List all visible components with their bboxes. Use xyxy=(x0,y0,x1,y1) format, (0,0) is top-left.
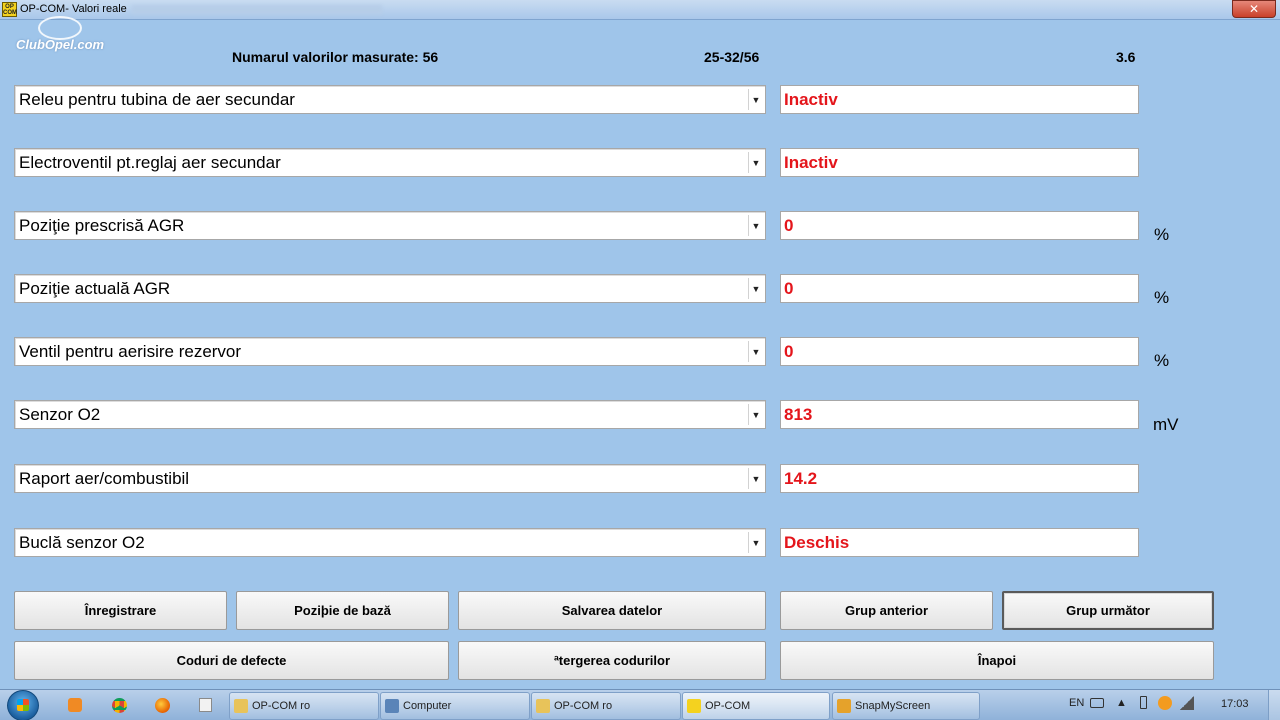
taskbar-item-snapmyscreen[interactable]: SnapMyScreen xyxy=(832,692,980,720)
battery-icon[interactable] xyxy=(1140,696,1147,709)
fault-codes-button[interactable]: Coduri de defecte xyxy=(14,641,449,680)
base-position-button[interactable]: Poziþie de bază xyxy=(236,591,449,630)
start-button[interactable] xyxy=(7,690,39,720)
calculator-icon[interactable] xyxy=(194,694,216,716)
folder-icon xyxy=(536,699,550,713)
parameter-label: Senzor O2 xyxy=(19,405,101,424)
dropdown-arrow-icon[interactable]: ▼ xyxy=(748,341,763,362)
value-field-7: 14.2 xyxy=(780,464,1139,493)
taskbar-item-computer[interactable]: Computer xyxy=(380,692,530,720)
clock[interactable]: 17:03 xyxy=(1221,698,1249,710)
taskbar-item-label: SnapMyScreen xyxy=(855,700,931,712)
window-title: OP-COM- Valori reale xyxy=(20,3,127,15)
value-field-2: Inactiv xyxy=(780,148,1139,177)
version-label: 3.6 xyxy=(1116,49,1136,65)
save-data-button[interactable]: Salvarea datelor xyxy=(458,591,766,630)
brand-watermark: ClubOpel.com xyxy=(16,37,105,52)
taskbar-item-opcom-folder[interactable]: OP-COM ro xyxy=(229,692,379,720)
value-text: 0 xyxy=(784,216,794,235)
language-indicator[interactable]: EN xyxy=(1069,697,1084,709)
parameter-select-4[interactable]: Poziţie actuală AGR ▼ xyxy=(14,274,766,303)
dropdown-arrow-icon[interactable]: ▼ xyxy=(748,215,763,236)
title-bar: OP COM OP-COM- Valori reale ✕ xyxy=(0,0,1280,20)
parameter-select-5[interactable]: Ventil pentru aerisire rezervor ▼ xyxy=(14,337,766,366)
parameter-select-3[interactable]: Poziţie prescrisă AGR ▼ xyxy=(14,211,766,240)
media-player-icon[interactable] xyxy=(64,694,86,716)
show-hidden-icons-icon[interactable]: ▲ xyxy=(1116,697,1127,709)
parameter-label: Buclă senzor O2 xyxy=(19,533,145,552)
taskbar-item-label: OP-COM ro xyxy=(252,700,311,712)
parameter-label: Raport aer/combustibil xyxy=(19,469,190,488)
previous-group-button[interactable]: Grup anterior xyxy=(780,591,993,630)
taskbar-item-label: OP-COM ro xyxy=(554,700,613,712)
record-button[interactable]: Înregistrare xyxy=(14,591,227,630)
group-range: 25-32/56 xyxy=(704,49,760,65)
keyboard-icon[interactable] xyxy=(1090,698,1104,708)
unit-label-4: % xyxy=(1154,288,1170,307)
unit-label-3: % xyxy=(1154,225,1170,244)
value-field-5: 0 xyxy=(780,337,1139,366)
value-text: 813 xyxy=(784,405,813,424)
computer-icon xyxy=(385,699,399,713)
window-close-button[interactable]: ✕ xyxy=(1232,0,1276,18)
parameter-select-8[interactable]: Buclă senzor O2 ▼ xyxy=(14,528,766,557)
clear-codes-button[interactable]: ªtergerea codurilor xyxy=(458,641,766,680)
parameter-label: Ventil pentru aerisire rezervor xyxy=(19,342,242,361)
parameter-select-6[interactable]: Senzor O2 ▼ xyxy=(14,400,766,429)
title-blurred-text xyxy=(132,5,382,14)
taskbar-item-opcom-folder-2[interactable]: OP-COM ro xyxy=(531,692,681,720)
dropdown-arrow-icon[interactable]: ▼ xyxy=(748,152,763,173)
taskbar-item-label: Computer xyxy=(403,700,452,712)
dropdown-arrow-icon[interactable]: ▼ xyxy=(748,278,763,299)
value-text: 0 xyxy=(784,279,794,298)
show-desktop-button[interactable] xyxy=(1268,690,1280,720)
dropdown-arrow-icon[interactable]: ▼ xyxy=(748,89,763,110)
parameter-label: Poziţie actuală AGR xyxy=(19,279,171,298)
app-tray-icon[interactable] xyxy=(1158,696,1172,710)
next-group-button[interactable]: Grup următor xyxy=(1002,591,1214,630)
back-button[interactable]: Înapoi xyxy=(780,641,1214,680)
op-com-app-icon: OP COM xyxy=(2,2,17,17)
value-field-4: 0 xyxy=(780,274,1139,303)
dropdown-arrow-icon[interactable]: ▼ xyxy=(748,468,763,489)
windows-logo-icon xyxy=(17,699,29,711)
firefox-icon[interactable] xyxy=(151,694,173,716)
op-com-icon xyxy=(687,699,701,713)
value-text: Inactiv xyxy=(784,90,838,109)
parameter-select-1[interactable]: Releu pentru tubina de aer secundar ▼ xyxy=(14,85,766,114)
parameter-label: Releu pentru tubina de aer secundar xyxy=(19,90,295,109)
taskbar-item-opcom[interactable]: OP-COM xyxy=(682,692,830,720)
taskbar: OP-COM ro Computer OP-COM ro OP-COM Snap… xyxy=(0,689,1280,720)
dropdown-arrow-icon[interactable]: ▼ xyxy=(748,404,763,425)
value-field-3: 0 xyxy=(780,211,1139,240)
value-text: Inactiv xyxy=(784,153,838,172)
value-text: Deschis xyxy=(784,533,850,552)
taskbar-item-label: OP-COM xyxy=(705,700,751,712)
value-text: 14.2 xyxy=(784,469,818,488)
dropdown-arrow-icon[interactable]: ▼ xyxy=(748,532,763,553)
snapmyscreen-icon xyxy=(837,699,851,713)
value-field-6: 813 xyxy=(780,400,1139,429)
parameter-select-7[interactable]: Raport aer/combustibil ▼ xyxy=(14,464,766,493)
unit-label-6: mV xyxy=(1153,415,1179,434)
parameter-select-2[interactable]: Electroventil pt.reglaj aer secundar ▼ xyxy=(14,148,766,177)
parameter-label: Electroventil pt.reglaj aer secundar xyxy=(19,153,281,172)
chrome-icon[interactable] xyxy=(108,694,130,716)
measured-values-count: Numarul valorilor masurate: 56 xyxy=(232,49,439,65)
folder-icon xyxy=(234,699,248,713)
value-field-1: Inactiv xyxy=(780,85,1139,114)
parameter-label: Poziţie prescrisă AGR xyxy=(19,216,185,235)
value-text: 0 xyxy=(784,342,794,361)
network-signal-icon[interactable] xyxy=(1180,696,1194,710)
value-field-8: Deschis xyxy=(780,528,1139,557)
unit-label-5: % xyxy=(1154,351,1170,370)
